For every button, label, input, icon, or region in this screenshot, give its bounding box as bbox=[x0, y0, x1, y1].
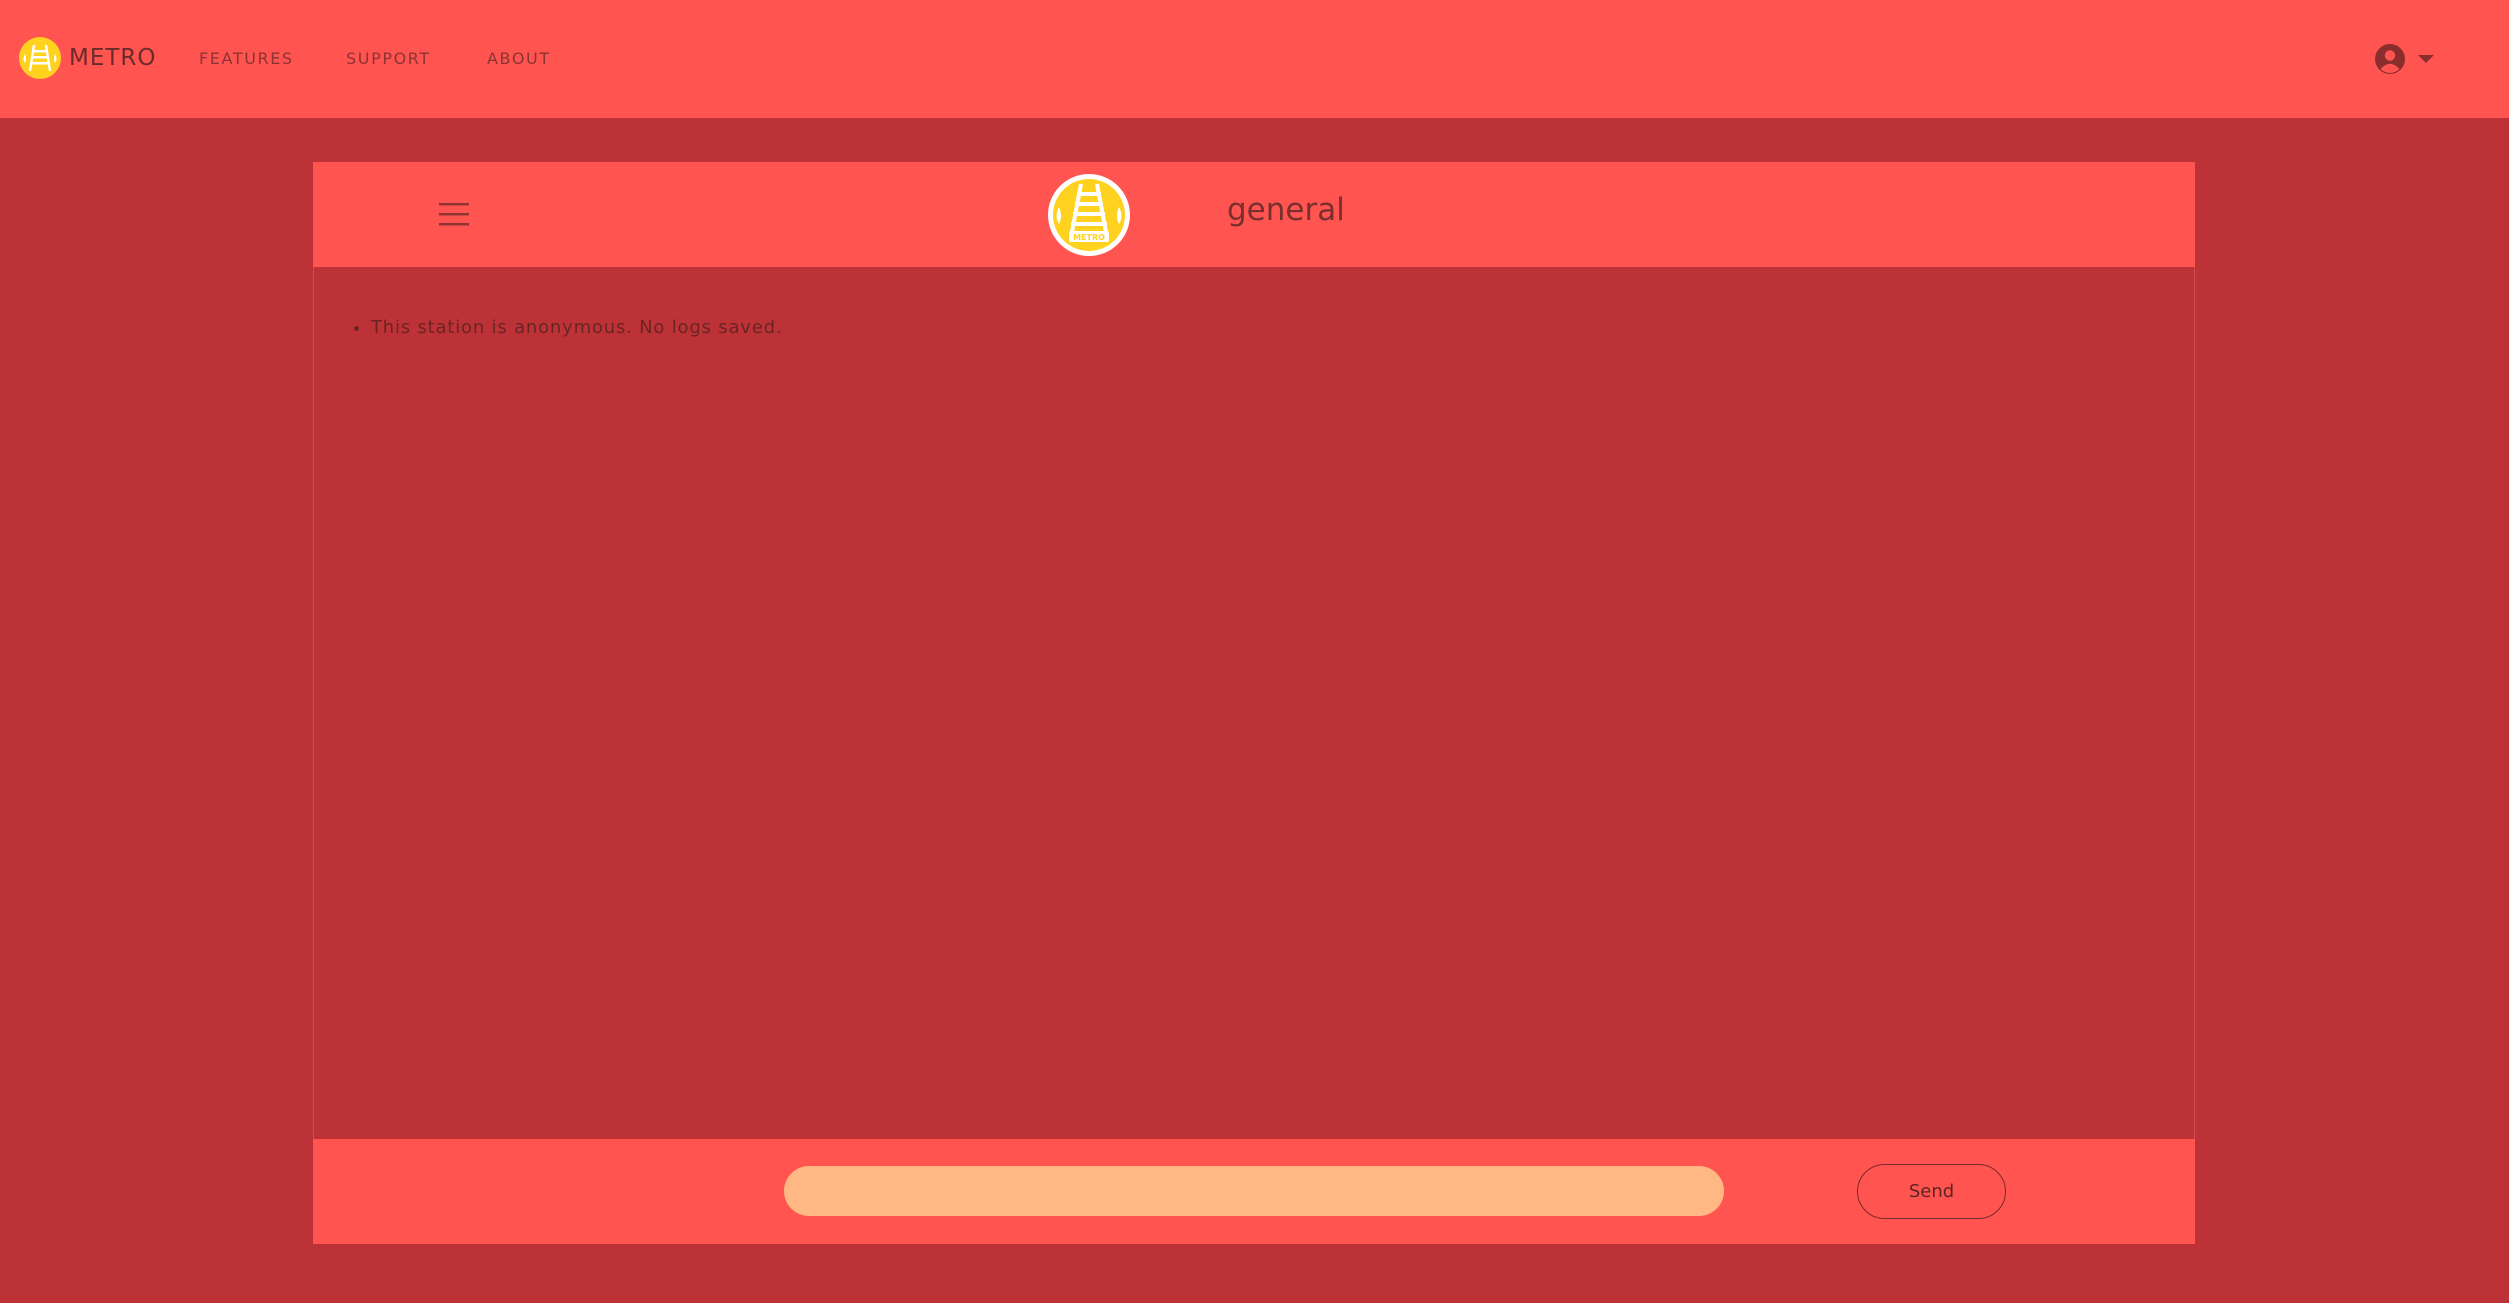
brand-home-link[interactable]: METRO bbox=[19, 37, 157, 79]
user-circle-icon bbox=[2375, 44, 2405, 74]
send-button[interactable]: Send bbox=[1857, 1164, 2006, 1219]
brand-name: METRO bbox=[69, 45, 157, 71]
chat-header: METRO general bbox=[313, 162, 2195, 267]
metro-logo-icon bbox=[19, 37, 61, 79]
room-logo-text: METRO bbox=[1073, 233, 1105, 242]
nav-link-about[interactable]: ABOUT bbox=[487, 49, 551, 68]
metro-rail-logo-icon: METRO bbox=[1048, 174, 1130, 256]
list-item: This station is anonymous. No logs saved… bbox=[371, 315, 782, 340]
chat-footer: Send bbox=[313, 1139, 2195, 1244]
room-name: general bbox=[1227, 192, 1345, 228]
top-navigation-bar: METRO FEATURES SUPPORT ABOUT bbox=[0, 0, 2509, 118]
nav-link-support[interactable]: SUPPORT bbox=[346, 49, 431, 68]
caret-down-icon bbox=[2418, 55, 2434, 63]
message-input[interactable] bbox=[784, 1166, 1724, 1216]
user-menu-toggle[interactable] bbox=[2374, 42, 2436, 76]
chat-panel: METRO general This station is anonymous.… bbox=[313, 162, 2195, 1244]
nav-link-features[interactable]: FEATURES bbox=[199, 49, 294, 68]
message-list: This station is anonymous. No logs saved… bbox=[313, 267, 2195, 1139]
hamburger-menu-icon[interactable] bbox=[439, 198, 469, 230]
